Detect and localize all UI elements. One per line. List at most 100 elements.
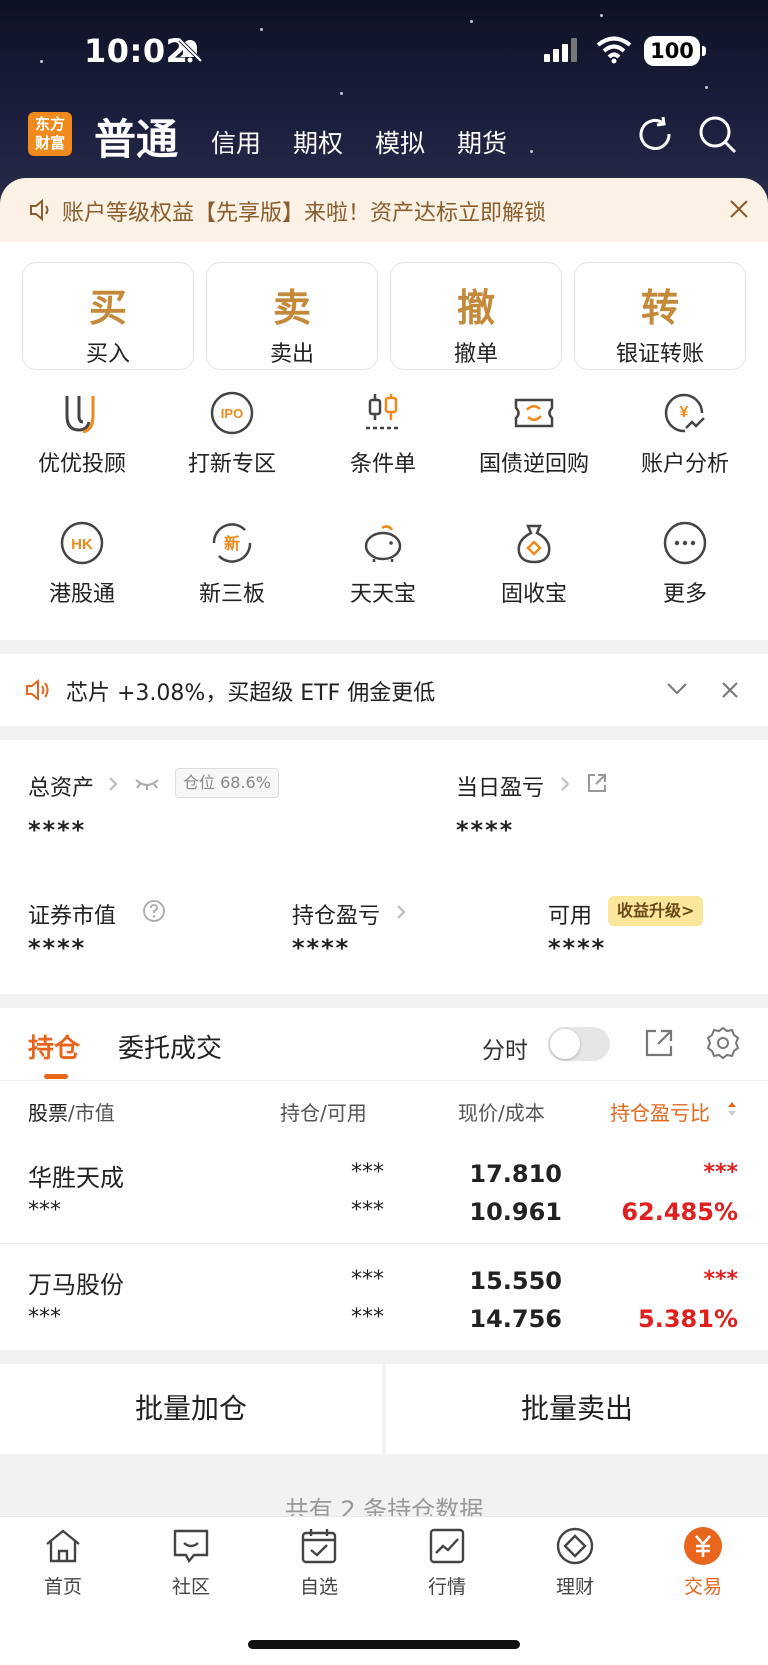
- service-label: 条件单: [349, 452, 416, 477]
- service-new-third-board[interactable]: 新 新三板: [157, 520, 307, 608]
- promo-banner[interactable]: 芯片 +3.08%，买超级 ETF 佣金更低: [0, 654, 768, 726]
- toggle-knob: [550, 1029, 580, 1059]
- trade-icon: [684, 1527, 722, 1565]
- stock-name: 华胜天成: [28, 1164, 124, 1192]
- col-position-main: 持仓: [280, 1101, 320, 1125]
- tab-wealth[interactable]: 理财: [525, 1526, 625, 1599]
- tab-community[interactable]: 社区: [141, 1526, 241, 1599]
- price-cell: 17.810: [469, 1160, 562, 1188]
- divider: [0, 1080, 768, 1081]
- analysis-icon: ¥: [664, 393, 705, 433]
- position-ratio-tag: 仓位 68.6%: [175, 768, 279, 798]
- chevron-down-icon[interactable]: [666, 682, 688, 696]
- total-assets-label[interactable]: 总资产: [28, 770, 94, 802]
- service-tiantianbao[interactable]: 天天宝: [308, 520, 458, 608]
- service-label: 天天宝: [349, 582, 416, 607]
- service-ipo[interactable]: IPO 打新专区: [157, 390, 307, 478]
- svg-text:HK: HK: [71, 536, 93, 553]
- tab-holdings[interactable]: 持仓: [28, 1028, 80, 1065]
- col-price-sub: 成本: [504, 1101, 545, 1125]
- speaker-icon: [26, 678, 49, 702]
- service-hk-connect[interactable]: HK 港股通: [7, 520, 157, 608]
- tab-market[interactable]: 行情: [397, 1526, 497, 1599]
- battery-icon: 100: [644, 36, 706, 66]
- service-label: 账户分析: [640, 452, 729, 477]
- chevron-right-icon: [397, 905, 406, 919]
- more-icon: [663, 521, 707, 565]
- col-stock-main: 股票: [28, 1101, 68, 1125]
- svg-text:¥: ¥: [680, 404, 689, 421]
- tab-watchlist[interactable]: 自选: [269, 1526, 369, 1599]
- sort-icon[interactable]: [726, 1100, 738, 1118]
- level-notice-bar[interactable]: 账户等级权益【先享版】来啦！资产达标立即解锁: [0, 178, 768, 242]
- cancel-label: 撤单: [453, 342, 498, 367]
- eye-closed-icon[interactable]: [134, 776, 160, 792]
- market-value-label: 证券市值: [28, 904, 117, 929]
- tab-account-simulated[interactable]: 模拟: [375, 124, 425, 160]
- holding-pl-label[interactable]: 持仓盈亏: [292, 898, 380, 930]
- fenshi-toggle[interactable]: [548, 1027, 610, 1061]
- tab-label: 行情: [427, 1576, 466, 1598]
- batch-add-button[interactable]: 批量加仓: [0, 1364, 382, 1454]
- service-condition-order[interactable]: 条件单: [308, 390, 458, 478]
- sell-label: 卖出: [269, 342, 314, 367]
- tab-orders-trades[interactable]: 委托成交: [118, 1028, 222, 1065]
- daily-pl-value: ****: [456, 816, 515, 844]
- fenshi-label: 分时: [482, 1038, 528, 1064]
- service-label: 国债逆回购: [478, 452, 589, 477]
- market-icon: [429, 1528, 465, 1564]
- wifi-icon: [596, 36, 632, 64]
- tab-account-options[interactable]: 期权: [293, 124, 343, 160]
- gear-icon[interactable]: [706, 1026, 740, 1060]
- cancel-glyph: 撤: [456, 285, 495, 330]
- candlestick-icon: [366, 394, 400, 430]
- promo-text: 芯片 +3.08%，买超级 ETF 佣金更低: [66, 681, 436, 706]
- cancel-order-button[interactable]: 撤 撤单: [390, 262, 562, 370]
- tab-account-normal[interactable]: 普通: [94, 106, 178, 167]
- stock-name: 万马股份: [28, 1271, 124, 1299]
- sell-button[interactable]: 卖 卖出: [206, 262, 378, 370]
- daily-pl-label[interactable]: 当日盈亏: [456, 770, 544, 802]
- service-label: 更多: [662, 582, 707, 607]
- status-bar: 10:02 100: [0, 0, 768, 100]
- star-decoration: [530, 150, 533, 153]
- close-icon[interactable]: [720, 680, 740, 700]
- service-reverse-repo[interactable]: 国债逆回购: [459, 390, 609, 478]
- service-fixed-income[interactable]: 固收宝: [459, 520, 609, 608]
- tab-account-futures[interactable]: 期货: [457, 124, 507, 160]
- tab-label: 首页: [43, 1576, 82, 1598]
- service-more[interactable]: 更多: [610, 520, 760, 608]
- bank-transfer-button[interactable]: 转 银证转账: [574, 262, 746, 370]
- svg-text:IPO: IPO: [221, 406, 243, 421]
- sell-glyph: 卖: [272, 285, 311, 330]
- tab-account-credit[interactable]: 信用: [211, 124, 261, 160]
- status-time: 10:02: [84, 32, 189, 70]
- col-pl-ratio[interactable]: 持仓盈亏比: [610, 1097, 710, 1126]
- transfer-glyph: 转: [640, 285, 679, 330]
- buy-button[interactable]: 买 买入: [22, 262, 194, 370]
- help-icon[interactable]: [142, 899, 166, 923]
- available-cell: ***: [351, 1305, 384, 1330]
- buy-label: 买入: [85, 342, 130, 367]
- batch-sell-button[interactable]: 批量卖出: [386, 1364, 768, 1454]
- service-advisor[interactable]: 优优投顾: [7, 390, 157, 478]
- search-icon[interactable]: [697, 114, 739, 156]
- chevron-right-icon: [561, 777, 570, 791]
- total-assets-value: ****: [28, 816, 87, 844]
- share-icon[interactable]: [643, 1027, 675, 1059]
- hk-icon: HK: [60, 521, 104, 565]
- external-link-icon[interactable]: [586, 772, 608, 794]
- refresh-icon[interactable]: [635, 114, 677, 156]
- available-label: 可用: [548, 904, 593, 929]
- signal-icon: [544, 38, 577, 62]
- tab-trade[interactable]: 交易: [653, 1526, 753, 1599]
- tab-home[interactable]: 首页: [13, 1526, 113, 1599]
- tab-label: 社区: [171, 1576, 210, 1598]
- service-account-analysis[interactable]: ¥ 账户分析: [610, 390, 760, 478]
- service-label: 打新专区: [187, 452, 276, 477]
- ipo-icon: IPO: [210, 391, 254, 435]
- yield-upgrade-badge[interactable]: 收益升级>: [608, 896, 704, 926]
- close-icon[interactable]: [728, 198, 750, 220]
- pl-cell: ***: [703, 1160, 738, 1185]
- home-indicator[interactable]: [248, 1640, 520, 1649]
